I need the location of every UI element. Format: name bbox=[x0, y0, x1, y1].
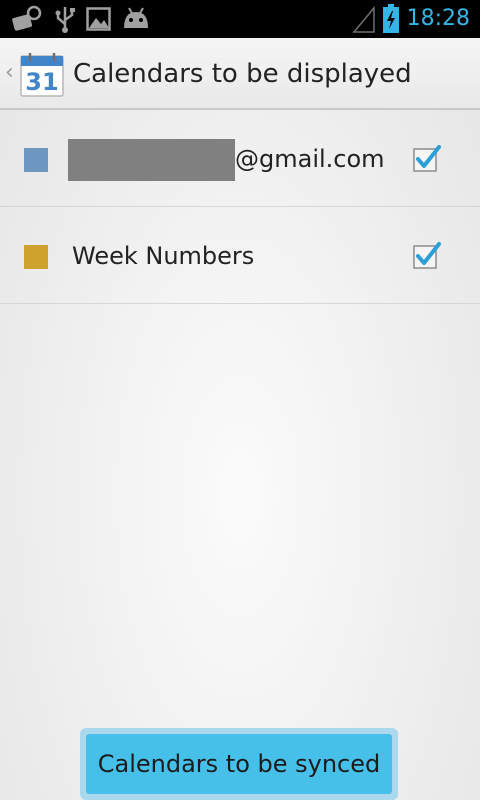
calendar-label: Week Numbers bbox=[72, 242, 255, 270]
calendar-visible-checkbox[interactable] bbox=[410, 240, 442, 276]
up-caret-icon[interactable]: ‹ bbox=[5, 60, 14, 86]
status-clock: 18:28 bbox=[406, 6, 470, 31]
signal-icon bbox=[352, 4, 376, 38]
redacted-account-name bbox=[68, 139, 235, 181]
calendar-color-swatch bbox=[24, 148, 48, 172]
battery-charging-icon bbox=[382, 4, 400, 38]
image-icon bbox=[86, 4, 112, 38]
page-title: Calendars to be displayed bbox=[73, 59, 412, 89]
status-bar: 18:28 bbox=[0, 0, 480, 38]
calendar-app-icon[interactable]: 31 bbox=[18, 50, 66, 102]
calendar-color-swatch bbox=[24, 245, 48, 269]
tools-icon bbox=[10, 4, 42, 38]
calendar-label: @gmail.com bbox=[235, 145, 385, 173]
calendar-visible-checkbox[interactable] bbox=[410, 143, 442, 179]
android-debug-icon bbox=[121, 4, 151, 38]
calendars-to-be-synced-button[interactable]: Calendars to be synced bbox=[86, 734, 392, 794]
calendar-app-icon-label: 31 bbox=[25, 68, 58, 96]
calendar-row-week-numbers[interactable]: Week Numbers bbox=[0, 208, 480, 304]
usb-icon bbox=[54, 4, 76, 38]
calendar-row-gmail[interactable]: @gmail.com bbox=[0, 111, 480, 207]
sync-button-focus-ring: Calendars to be synced bbox=[80, 728, 398, 800]
action-bar: ‹ 31 Calendars to be displayed bbox=[0, 38, 480, 110]
